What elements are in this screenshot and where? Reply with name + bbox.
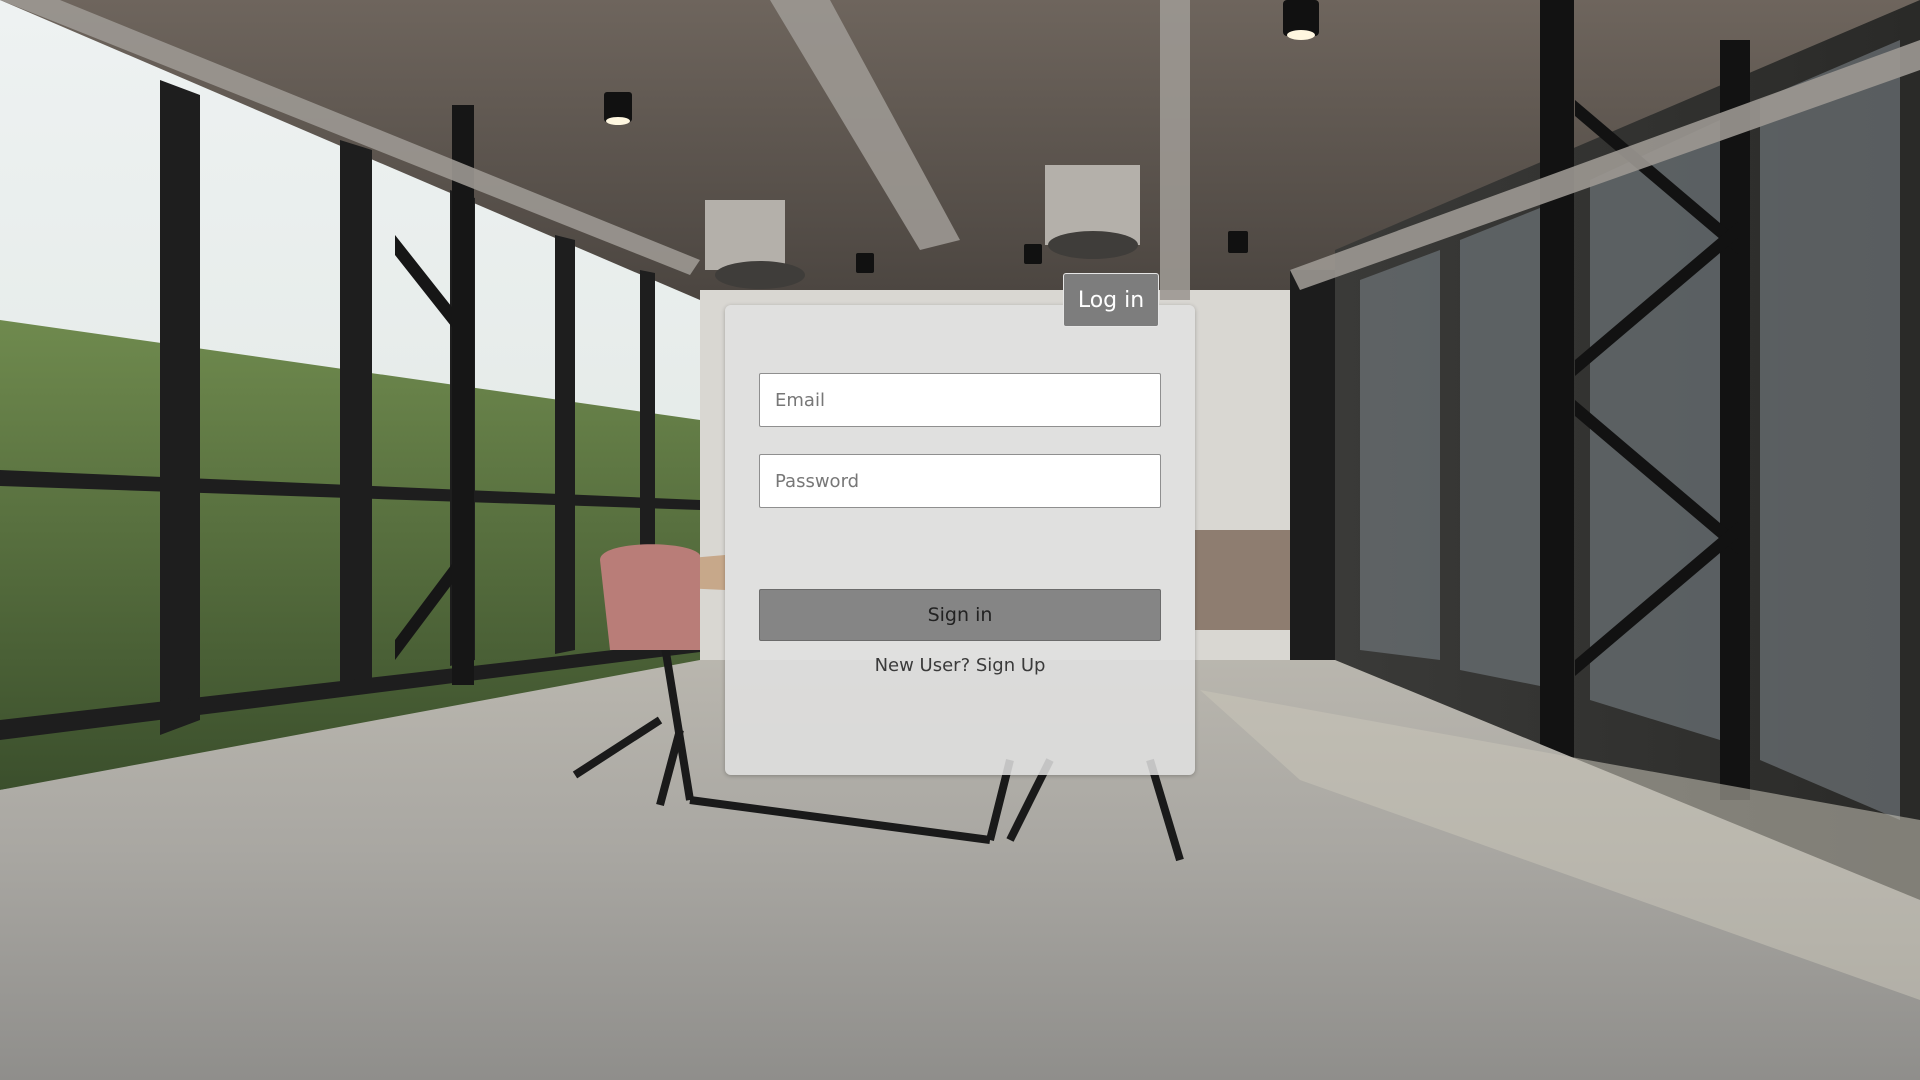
password-field[interactable] [759, 454, 1161, 508]
login-page: Log in Sign in New User? Sign Up [0, 0, 1920, 1080]
sign-in-button[interactable]: Sign in [759, 589, 1161, 641]
sign-up-link[interactable]: New User? Sign Up [759, 655, 1161, 676]
login-tab[interactable]: Log in [1063, 273, 1159, 327]
email-field[interactable] [759, 373, 1161, 427]
